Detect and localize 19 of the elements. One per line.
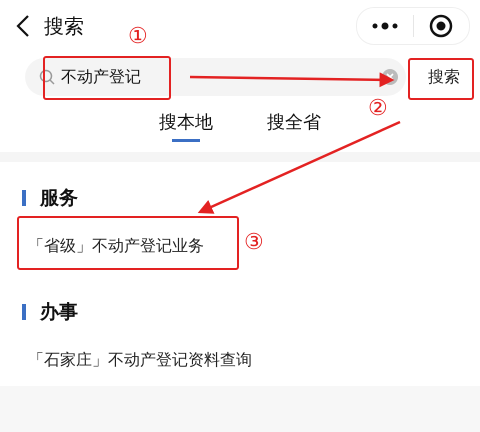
step-number: ① bbox=[128, 24, 148, 49]
search-query: 不动产登记 bbox=[61, 66, 141, 88]
annotation-frame bbox=[408, 58, 474, 100]
page-title: 搜索 bbox=[44, 12, 84, 40]
search-button[interactable]: 搜索 bbox=[416, 58, 472, 96]
tab[interactable]: 搜全省 bbox=[267, 110, 321, 142]
search-icon bbox=[39, 69, 55, 85]
clear-icon[interactable] bbox=[382, 69, 398, 85]
section-heading: 服务 bbox=[40, 186, 78, 211]
step-number: ③ bbox=[244, 230, 264, 255]
more-icon[interactable] bbox=[372, 22, 398, 30]
result-item[interactable]: 「石家庄」不动产登记资料查询 bbox=[28, 330, 252, 390]
back-icon[interactable] bbox=[16, 14, 30, 38]
tab[interactable]: 搜本地 bbox=[159, 110, 213, 142]
result-item[interactable]: 「省级」不动产登记业务 bbox=[28, 216, 204, 276]
close-target-icon[interactable] bbox=[429, 14, 454, 38]
section-heading: 办事 bbox=[40, 300, 78, 325]
step-number: ② bbox=[368, 96, 388, 121]
search-field[interactable]: 不动产登记 bbox=[25, 58, 406, 96]
